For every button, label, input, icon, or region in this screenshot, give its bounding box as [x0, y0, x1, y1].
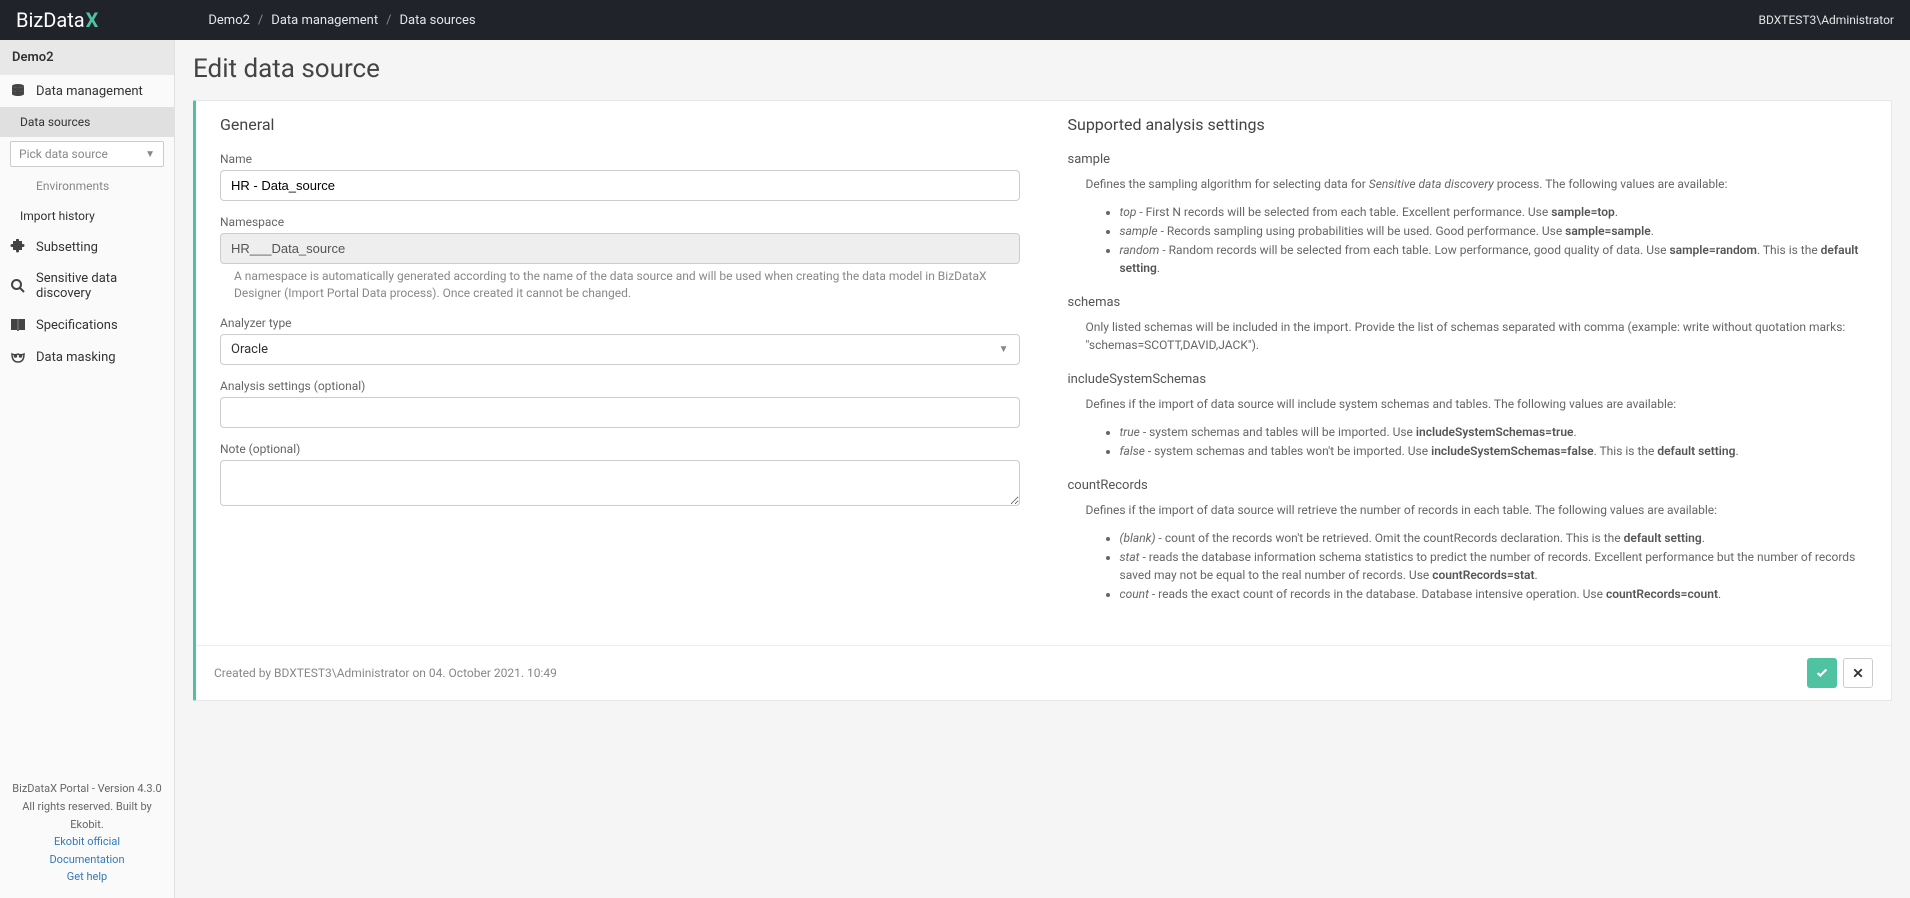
list-item: stat - reads the database information sc… [1120, 548, 1868, 584]
database-icon [10, 83, 26, 99]
sidebar-title: Demo2 [0, 40, 174, 75]
cancel-button[interactable] [1843, 658, 1873, 688]
app-logo: BizDataX [16, 8, 98, 32]
analysis-label: Analysis settings (optional) [220, 379, 1020, 393]
rights-text: All rights reserved. Built by Ekobit. [6, 798, 168, 833]
version-text: BizDataX Portal - Version 4.3.0 [6, 780, 168, 798]
sidebar-item-label: Data management [36, 84, 143, 99]
page-title: Edit data source [193, 54, 1892, 84]
close-icon [1852, 667, 1864, 679]
card-footer: Created by BDXTEST3\Administrator on 04.… [196, 645, 1891, 700]
sidebar-subitem-data-sources[interactable]: Data sources [0, 107, 174, 137]
save-button[interactable] [1807, 658, 1837, 688]
name-input[interactable] [220, 170, 1020, 201]
sidebar-item-specifications[interactable]: Specifications [0, 309, 174, 341]
setting-list-count: (blank) - count of the records won't be … [1068, 529, 1868, 603]
sidebar-item-label: Specifications [36, 318, 118, 333]
list-item: count - reads the exact count of records… [1120, 585, 1868, 603]
analyzer-label: Analyzer type [220, 316, 1020, 330]
breadcrumb: Demo2 / Data management / Data sources [208, 13, 475, 28]
search-icon [10, 278, 26, 294]
created-by-text: Created by BDXTEST3\Administrator on 04.… [214, 666, 557, 680]
list-item: top - First N records will be selected f… [1120, 203, 1868, 221]
check-icon [1815, 666, 1829, 680]
user-label[interactable]: BDXTEST3\Administrator [1759, 13, 1894, 27]
list-item: false - system schemas and tables won't … [1120, 442, 1868, 460]
namespace-label: Namespace [220, 215, 1020, 229]
setting-key-include: includeSystemSchemas [1068, 372, 1868, 387]
sidebar-item-subsetting[interactable]: Subsetting [0, 231, 174, 263]
pick-placeholder: Pick data source [19, 147, 108, 161]
sidebar-item-label: Data masking [36, 350, 116, 365]
sidebar-item-sensitive-discovery[interactable]: Sensitive data discovery [0, 263, 174, 309]
sidebar-subitem-import-history[interactable]: Import history [0, 201, 174, 231]
setting-key-count: countRecords [1068, 478, 1868, 493]
list-item: true - system schemas and tables will be… [1120, 423, 1868, 441]
general-heading: General [220, 115, 1020, 134]
mask-icon [10, 349, 26, 365]
sidebar-subitem-environments[interactable]: Environments [0, 171, 174, 201]
list-item: sample - Records sampling using probabil… [1120, 222, 1868, 240]
logo-text: BizData [16, 8, 85, 32]
settings-section: Supported analysis settings sample Defin… [1044, 101, 1892, 645]
main-content: Edit data source General Name Namespace … [175, 40, 1910, 898]
chevron-down-icon: ▼ [999, 344, 1009, 355]
sidebar-item-data-management[interactable]: Data management [0, 75, 174, 107]
edit-card: General Name Namespace A namespace is au… [193, 100, 1892, 701]
footer-link-help[interactable]: Get help [6, 868, 168, 886]
breadcrumb-item[interactable]: Demo2 [208, 13, 250, 28]
logo-accent: X [86, 8, 99, 32]
top-bar: BizDataX Demo2 / Data management / Data … [0, 0, 1910, 40]
note-textarea[interactable] [220, 460, 1020, 506]
setting-list-include: true - system schemas and tables will be… [1068, 423, 1868, 460]
sidebar-item-data-masking[interactable]: Data masking [0, 341, 174, 373]
sidebar-item-label: Subsetting [36, 240, 98, 255]
setting-key-schemas: schemas [1068, 295, 1868, 310]
puzzle-icon [10, 239, 26, 255]
list-item: random - Random records will be selected… [1120, 241, 1868, 277]
namespace-help: A namespace is automatically generated a… [220, 268, 1020, 302]
breadcrumb-item[interactable]: Data management [271, 13, 378, 28]
settings-heading: Supported analysis settings [1068, 115, 1868, 134]
list-item: (blank) - count of the records won't be … [1120, 529, 1868, 547]
footer-link-ekobit[interactable]: Ekobit official [6, 833, 168, 851]
general-section: General Name Namespace A namespace is au… [196, 101, 1044, 645]
analyzer-value: Oracle [231, 342, 268, 357]
breadcrumb-separator: / [386, 13, 391, 28]
setting-list-sample: top - First N records will be selected f… [1068, 203, 1868, 277]
setting-desc-sample: Defines the sampling algorithm for selec… [1068, 175, 1868, 193]
sidebar: Demo2 Data management Data sources Pick … [0, 40, 175, 898]
breadcrumb-item[interactable]: Data sources [399, 13, 475, 28]
analyzer-select[interactable]: Oracle ▼ [220, 334, 1020, 365]
sidebar-item-label: Sensitive data discovery [36, 271, 164, 301]
setting-desc-schemas: Only listed schemas will be included in … [1068, 318, 1868, 354]
analysis-input[interactable] [220, 397, 1020, 428]
chevron-down-icon: ▼ [145, 149, 155, 160]
name-label: Name [220, 152, 1020, 166]
pick-data-source-select[interactable]: Pick data source ▼ [10, 141, 164, 167]
namespace-input [220, 233, 1020, 264]
setting-desc-include: Defines if the import of data source wil… [1068, 395, 1868, 413]
book-icon [10, 317, 26, 333]
setting-desc-count: Defines if the import of data source wil… [1068, 501, 1868, 519]
note-label: Note (optional) [220, 442, 1020, 456]
setting-key-sample: sample [1068, 152, 1868, 167]
sidebar-footer: BizDataX Portal - Version 4.3.0 All righ… [0, 768, 174, 898]
footer-link-documentation[interactable]: Documentation [6, 851, 168, 869]
breadcrumb-separator: / [258, 13, 263, 28]
